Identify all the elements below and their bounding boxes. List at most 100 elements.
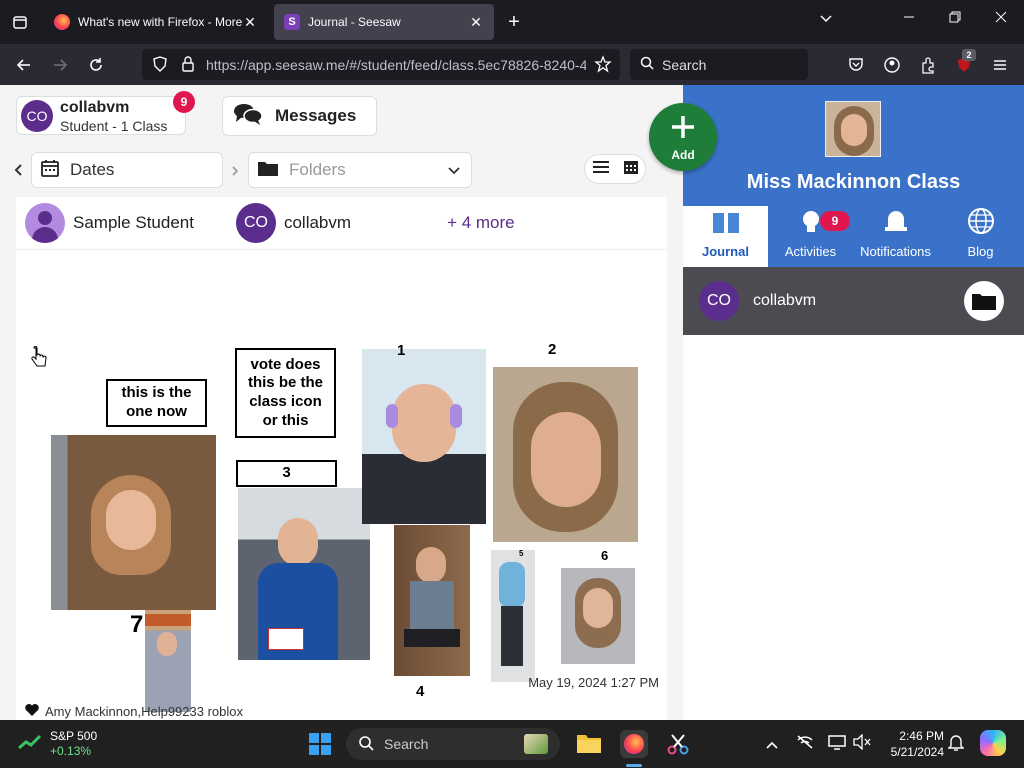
- extension-badge: 2: [962, 49, 976, 61]
- avatar: CO: [699, 281, 739, 321]
- list-view-icon[interactable]: [592, 160, 610, 179]
- extensions-icon[interactable]: [916, 53, 940, 77]
- photo-number: 2: [548, 341, 557, 358]
- snipping-tool-icon[interactable]: [666, 732, 690, 761]
- class-header: Miss Mackinnon Class: [683, 85, 1024, 206]
- collapse-arrow-icon[interactable]: [13, 163, 23, 182]
- post-image-collage[interactable]: this is the one now vote does this be th…: [16, 257, 667, 712]
- calendar-view-icon[interactable]: [623, 159, 639, 180]
- windows-start-icon[interactable]: [308, 732, 332, 761]
- chevron-down-icon: [447, 163, 461, 183]
- clock-time: 2:46 PM: [899, 729, 944, 743]
- messages-label: Messages: [275, 106, 357, 125]
- chevron-up-icon[interactable]: [765, 737, 779, 755]
- list-all-tabs-icon[interactable]: [8, 10, 32, 34]
- avatar: CO: [21, 100, 53, 132]
- dates-filter-button[interactable]: Dates: [31, 152, 223, 188]
- bookmark-star-icon[interactable]: [594, 55, 612, 76]
- post-timestamp: May 19, 2024 1:27 PM: [528, 675, 659, 690]
- chevron-down-icon[interactable]: [818, 10, 834, 29]
- forward-arrow-icon[interactable]: [48, 53, 72, 77]
- copilot-icon[interactable]: [980, 730, 1006, 756]
- messages-button[interactable]: Messages: [222, 96, 377, 136]
- student-name[interactable]: collabvm: [284, 213, 351, 233]
- student-name[interactable]: Sample Student: [73, 213, 194, 233]
- ublock-icon[interactable]: 2: [952, 49, 976, 77]
- class-panel: Miss Mackinnon Class Journal Activities …: [683, 85, 1024, 720]
- back-arrow-icon[interactable]: [12, 53, 36, 77]
- class-icon-photo[interactable]: [825, 101, 881, 157]
- folders-dropdown[interactable]: Folders: [248, 152, 472, 188]
- tab-journal[interactable]: Journal: [683, 206, 768, 267]
- url-bar[interactable]: https://app.seesaw.me/#/student/feed/cla…: [142, 49, 620, 80]
- search-icon: [640, 56, 654, 73]
- chevron-right-icon: [231, 164, 239, 182]
- account-icon[interactable]: [880, 53, 904, 77]
- browser-tab-bar: What's new with Firefox - More ✕ S Journ…: [0, 0, 1024, 44]
- menu-icon[interactable]: [988, 53, 1012, 77]
- avatar: CO: [235, 203, 276, 243]
- hand-cursor-icon: [30, 346, 48, 375]
- photo-girl-phone: [51, 435, 216, 610]
- tab-blog[interactable]: Blog: [938, 206, 1023, 267]
- volume-muted-icon[interactable]: [853, 733, 871, 755]
- firefox-taskbar-icon[interactable]: [620, 730, 648, 758]
- close-tab-icon[interactable]: ✕: [242, 14, 258, 30]
- search-placeholder: Search: [662, 56, 707, 73]
- notification-bell-icon[interactable]: [947, 734, 965, 757]
- shield-icon[interactable]: [152, 56, 168, 75]
- folder-icon: [257, 159, 279, 182]
- pocket-icon[interactable]: [844, 53, 868, 77]
- browser-search-input[interactable]: Search: [630, 49, 808, 80]
- display-icon[interactable]: [828, 734, 846, 755]
- journal-post-card[interactable]: Sample Student CO collabvm + 4 more this…: [16, 197, 667, 720]
- photo-number: 6: [601, 548, 609, 563]
- photo-number: 1: [397, 342, 406, 359]
- add-button[interactable]: Add: [649, 103, 717, 171]
- add-label: Add: [671, 147, 695, 162]
- globe-icon: [967, 207, 995, 238]
- student-avatar: [25, 203, 65, 243]
- minimize-icon[interactable]: [902, 10, 916, 27]
- tab-journal-seesaw[interactable]: S Journal - Seesaw ✕: [274, 4, 494, 40]
- firefox-icon: [54, 14, 70, 30]
- caption-box: this is the one now: [106, 379, 207, 427]
- stock-widget[interactable]: S&P 500 +0.13%: [18, 729, 97, 759]
- class-member-row[interactable]: CO collabvm: [683, 267, 1024, 335]
- system-clock[interactable]: 2:46 PM 5/21/2024: [880, 728, 944, 760]
- new-tab-icon[interactable]: +: [502, 10, 526, 34]
- likes-text: Amy Mackinnon,Help99233 roblox: [45, 704, 243, 719]
- activities-badge: 9: [820, 211, 850, 231]
- member-name: collabvm: [753, 292, 817, 309]
- account-name: collabvm: [60, 99, 130, 116]
- file-explorer-icon[interactable]: [576, 732, 602, 759]
- reload-icon[interactable]: [84, 53, 108, 77]
- search-placeholder: Search: [384, 736, 429, 752]
- photo-number: 4: [416, 683, 425, 700]
- more-students-link[interactable]: + 4 more: [447, 213, 515, 233]
- photo-number: 7: [130, 611, 144, 638]
- tab-notifications[interactable]: Notifications: [853, 206, 938, 267]
- seesaw-page: CO collabvm Student - 1 Class 9 Messages…: [0, 85, 1024, 720]
- windows-taskbar: S&P 500 +0.13% Search 2:46 PM 5/21/2024: [0, 720, 1024, 768]
- folders-placeholder: Folders: [289, 160, 346, 179]
- post-likes[interactable]: Amy Mackinnon,Help99233 roblox: [24, 703, 243, 720]
- close-window-icon[interactable]: [994, 10, 1008, 27]
- tab-whats-new-firefox[interactable]: What's new with Firefox - More ✕: [44, 4, 268, 40]
- photo-girl-closeup: [493, 367, 638, 542]
- network-off-icon[interactable]: [796, 734, 814, 755]
- caption-box: vote does this be the class icon or this: [235, 348, 336, 438]
- bell-icon: [883, 209, 909, 238]
- post-students-row: Sample Student CO collabvm + 4 more: [16, 197, 667, 250]
- lock-icon[interactable]: [180, 55, 196, 76]
- account-switcher-button[interactable]: CO collabvm Student - 1 Class 9: [16, 91, 195, 135]
- class-title[interactable]: Miss Mackinnon Class: [683, 171, 1024, 194]
- account-notification-badge: 9: [173, 91, 195, 113]
- tab-activities[interactable]: Activities 9: [768, 206, 853, 267]
- taskbar-search-input[interactable]: Search: [346, 728, 560, 760]
- close-tab-icon[interactable]: ✕: [468, 14, 484, 30]
- tab-title: What's new with Firefox - More: [78, 15, 242, 29]
- tab-label: Activities: [784, 244, 837, 259]
- folder-icon[interactable]: [964, 281, 1004, 321]
- restore-icon[interactable]: [948, 10, 962, 27]
